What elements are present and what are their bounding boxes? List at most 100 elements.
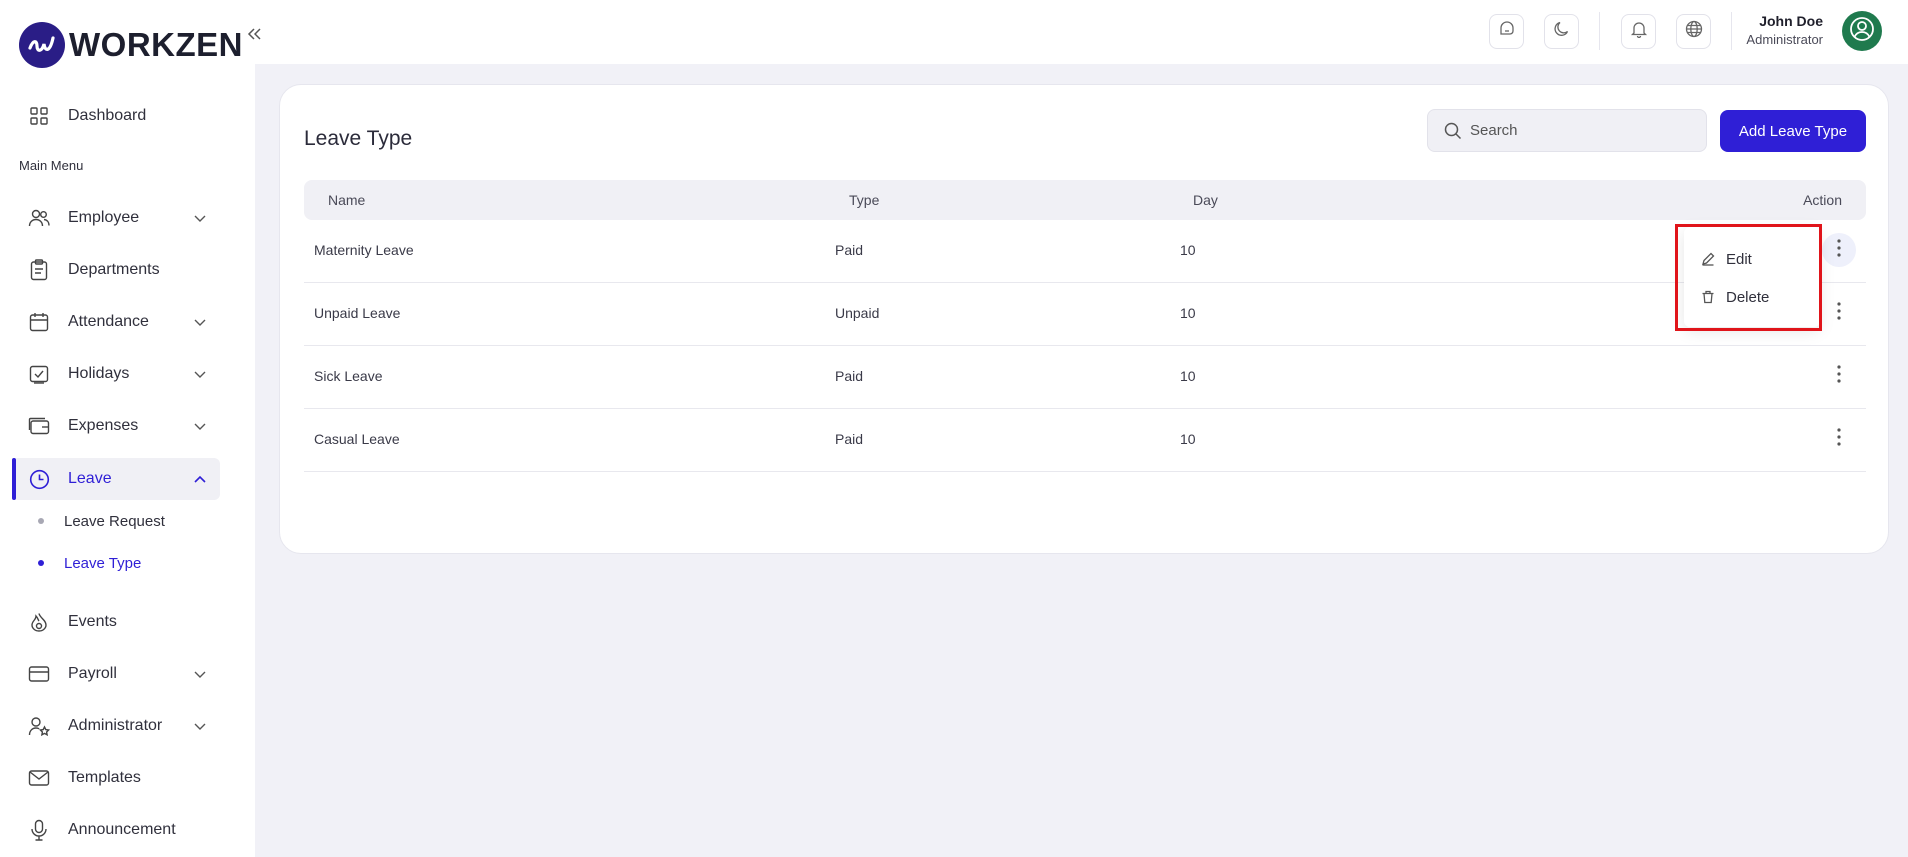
- sidebar: WORKZEN Dashboard Main Menu Employee Dep…: [0, 0, 255, 857]
- row-actions-button[interactable]: [1822, 422, 1856, 456]
- row-actions-button[interactable]: [1822, 296, 1856, 330]
- sidebar-item-label: Announcement: [68, 821, 176, 838]
- calendar-check-icon: [28, 363, 50, 385]
- sidebar-item-label: Employee: [68, 209, 140, 226]
- theme-toggle-button[interactable]: [1544, 14, 1579, 49]
- leave-type-card: Leave Type Add Leave Type Name Type Day …: [279, 84, 1889, 554]
- sidebar-item-attendance[interactable]: Attendance: [12, 301, 220, 343]
- sidebar-item-label: Dashboard: [68, 107, 147, 124]
- more-vertical-icon: [1837, 427, 1841, 451]
- divider: [1599, 12, 1600, 50]
- table-header: Name Type Day Action: [304, 180, 1866, 220]
- chevron-down-icon: [192, 666, 208, 682]
- chevron-down-icon: [192, 210, 208, 226]
- chevron-down-icon: [192, 718, 208, 734]
- edit-menu-item[interactable]: Edit: [1700, 247, 1752, 271]
- sidebar-item-leave[interactable]: Leave: [12, 458, 220, 500]
- sidebar-item-dashboard[interactable]: Dashboard: [12, 95, 220, 137]
- bubble-icon: [1498, 20, 1516, 43]
- bullet-dot: [38, 560, 44, 566]
- sidebar-item-departments[interactable]: Departments: [12, 249, 220, 291]
- sidebar-item-label: Expenses: [68, 417, 139, 434]
- sidebar-item-holidays[interactable]: Holidays: [12, 353, 220, 395]
- row-actions-button[interactable]: [1822, 233, 1856, 267]
- bullet-dot: [38, 518, 44, 524]
- users-icon: [28, 207, 50, 229]
- notifications-button[interactable]: [1621, 14, 1656, 49]
- wallet-icon: [28, 415, 50, 437]
- more-vertical-icon: [1837, 238, 1841, 262]
- sidebar-item-templates[interactable]: Templates: [12, 757, 220, 799]
- bell-icon: [1630, 20, 1648, 43]
- sidebar-item-label: Events: [68, 613, 117, 630]
- mail-icon: [28, 767, 50, 789]
- sidebar-item-announcement[interactable]: Announcement: [12, 809, 220, 851]
- chevron-down-icon: [192, 314, 208, 330]
- sidebar-subitem-leave-request[interactable]: Leave Request: [38, 509, 165, 533]
- logo-mark-icon: [19, 22, 65, 68]
- search-icon: [1444, 122, 1462, 140]
- pencil-icon: [1700, 251, 1716, 267]
- table-row: Unpaid Leave Unpaid 10: [304, 283, 1866, 346]
- table-row: Maternity Leave Paid 10: [304, 220, 1866, 283]
- avatar[interactable]: [1842, 11, 1882, 51]
- cell-name: Unpaid Leave: [314, 305, 401, 321]
- sidebar-item-label: Templates: [68, 769, 141, 786]
- search-input[interactable]: [1470, 122, 1690, 139]
- sidebar-item-label: Leave: [68, 470, 112, 487]
- more-vertical-icon: [1837, 301, 1841, 325]
- delete-menu-item[interactable]: Delete: [1700, 285, 1769, 309]
- sidebar-item-events[interactable]: Events: [12, 601, 220, 643]
- table-row: Sick Leave Paid 10: [304, 346, 1866, 409]
- cell-name: Maternity Leave: [314, 242, 414, 258]
- sidebar-item-label: Holidays: [68, 365, 130, 382]
- logo[interactable]: WORKZEN: [19, 22, 243, 68]
- sidebar-item-employee[interactable]: Employee: [12, 197, 220, 239]
- search-box[interactable]: [1427, 109, 1707, 152]
- chevron-down-icon: [192, 366, 208, 382]
- column-header-action: Action: [1803, 192, 1842, 208]
- calendar-icon: [28, 311, 50, 333]
- mic-icon: [28, 819, 50, 841]
- sidebar-subitem-label: Leave Request: [64, 512, 165, 530]
- chat-button[interactable]: [1489, 14, 1524, 49]
- globe-icon: [1685, 20, 1703, 43]
- double-chevron-left-icon: [246, 27, 262, 46]
- cell-type: Paid: [835, 368, 864, 384]
- page-title: Leave Type: [304, 127, 413, 150]
- add-leave-type-button[interactable]: Add Leave Type: [1720, 110, 1866, 152]
- row-actions-button[interactable]: [1822, 359, 1856, 393]
- clock-icon: [28, 468, 50, 490]
- top-bar: John Doe Administrator: [255, 0, 1908, 64]
- language-button[interactable]: [1676, 14, 1711, 49]
- sidebar-item-label: Departments: [68, 261, 160, 278]
- sidebar-subitem-label: Leave Type: [64, 554, 142, 572]
- user-info[interactable]: John Doe Administrator: [1746, 13, 1823, 47]
- sidebar-item-administrator[interactable]: Administrator: [12, 705, 220, 747]
- cell-day: 10: [1180, 242, 1196, 258]
- user-star-icon: [28, 715, 50, 737]
- delete-label: Delete: [1726, 288, 1770, 306]
- cell-day: 10: [1180, 305, 1196, 321]
- section-label: Main Menu: [19, 158, 84, 173]
- cell-name: Casual Leave: [314, 431, 400, 447]
- cell-type: Unpaid: [835, 305, 880, 321]
- collapse-sidebar-button[interactable]: [240, 22, 268, 50]
- sidebar-item-label: Payroll: [68, 665, 117, 682]
- clipboard-icon: [28, 259, 50, 281]
- grid-icon: [28, 105, 50, 127]
- moon-icon: [1553, 20, 1571, 43]
- row-actions-menu: Edit Delete: [1684, 227, 1820, 327]
- cell-type: Paid: [835, 431, 864, 447]
- user-role: Administrator: [1746, 32, 1823, 47]
- user-name: John Doe: [1759, 13, 1823, 29]
- user-circle-icon: [1849, 16, 1875, 47]
- sidebar-item-payroll[interactable]: Payroll: [12, 653, 220, 695]
- credit-card-icon: [28, 663, 50, 685]
- chevron-up-icon: [192, 471, 208, 487]
- sidebar-item-expenses[interactable]: Expenses: [12, 405, 220, 447]
- sidebar-subitem-leave-type[interactable]: Leave Type: [38, 551, 141, 575]
- more-vertical-icon: [1837, 364, 1841, 388]
- logo-text: WORKZEN: [69, 26, 243, 63]
- sidebar-item-label: Administrator: [68, 717, 163, 734]
